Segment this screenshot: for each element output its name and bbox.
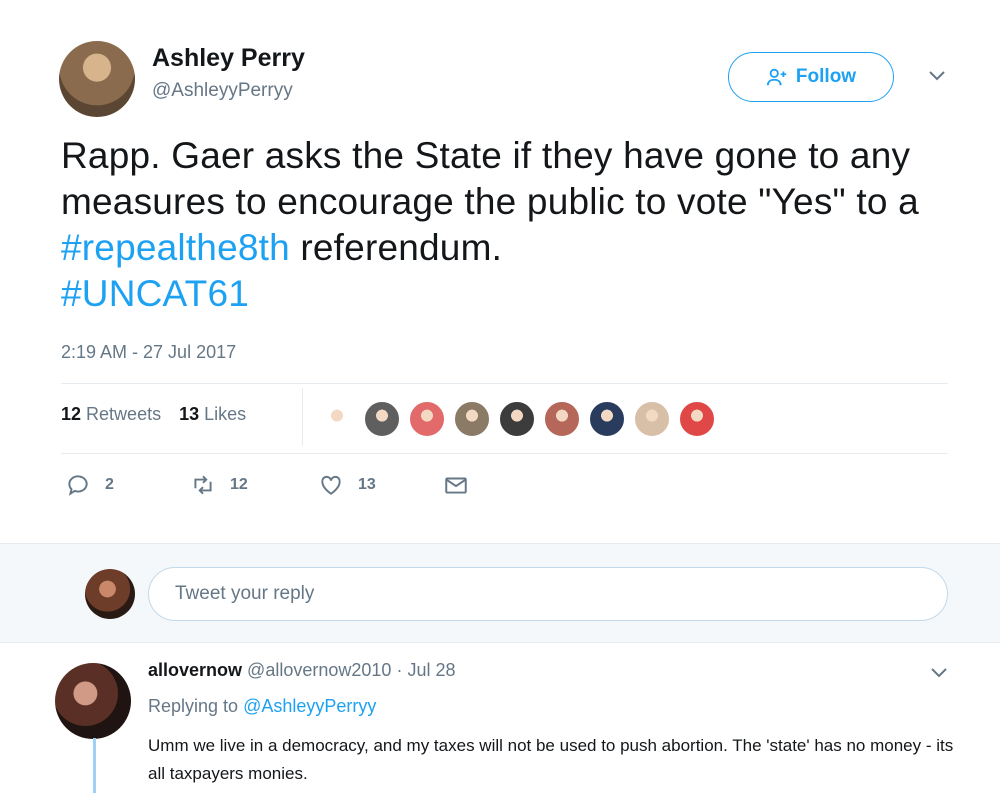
likes-count: 13 <box>179 404 200 424</box>
badge-avatar[interactable] <box>678 400 716 438</box>
chevron-down-icon[interactable] <box>930 667 948 679</box>
hashtag-link[interactable]: #repealthe8th <box>61 227 290 268</box>
reply-action[interactable]: 2 <box>65 472 190 498</box>
like-count: 13 <box>358 476 376 493</box>
reply-count: 2 <box>105 476 114 493</box>
author-avatar[interactable] <box>59 41 135 117</box>
tweet-text-part2: referendum. <box>289 227 503 268</box>
reply-placeholder: Tweet your reply <box>175 583 315 604</box>
retweets-label: Retweets <box>86 404 162 424</box>
divider <box>61 453 948 454</box>
author-handle[interactable]: @AshleyyPerryy <box>152 80 293 102</box>
divider <box>61 383 948 384</box>
reply-author-avatar[interactable] <box>55 663 131 739</box>
retweet-count: 12 <box>230 476 248 493</box>
follow-label: Follow <box>795 66 857 87</box>
envelope-icon <box>445 477 467 494</box>
retweets-count: 12 <box>61 404 82 424</box>
add-user-icon <box>766 68 787 86</box>
hashtag-link[interactable]: #UNCAT61 <box>61 273 249 314</box>
liker-avatars <box>318 400 716 438</box>
current-user-avatar <box>85 569 135 619</box>
divider <box>302 388 303 446</box>
reply-header: allovernow @allovernow2010 · Jul 28 <box>148 660 456 681</box>
tweet-timestamp[interactable]: 2:19 AM - 27 Jul 2017 <box>61 342 236 363</box>
direct-message-action[interactable] <box>443 472 469 498</box>
tweet-text: Rapp. Gaer asks the State if they have g… <box>61 133 961 317</box>
tweet-page: Ashley Perry @AshleyyPerryy Follow Rapp.… <box>0 0 1000 793</box>
author-name[interactable]: Ashley Perry <box>152 44 305 73</box>
reply-date[interactable]: Jul 28 <box>407 660 455 680</box>
tweet-actions: 2 12 13 <box>65 472 469 498</box>
reply-input[interactable]: Tweet your reply <box>148 567 948 621</box>
person-avatar[interactable] <box>498 400 536 438</box>
reply-author-name[interactable]: allovernow <box>148 660 242 680</box>
person-avatar[interactable] <box>363 400 401 438</box>
person-avatar[interactable] <box>453 400 491 438</box>
person-avatar[interactable] <box>543 400 581 438</box>
reply-icon <box>68 475 88 496</box>
thread-line <box>93 738 96 793</box>
retweet-action[interactable]: 12 <box>190 472 318 498</box>
likes-stat[interactable]: 13 Likes <box>179 404 246 425</box>
person-avatar[interactable] <box>588 400 626 438</box>
person-avatar[interactable] <box>633 400 671 438</box>
likes-label: Likes <box>204 404 247 424</box>
like-action[interactable]: 13 <box>318 472 443 498</box>
tweet-stats: 12 Retweets 13 Likes <box>61 404 246 425</box>
retweet-icon <box>194 475 212 495</box>
heart-icon <box>321 475 341 495</box>
reply-text: Umm we live in a democracy, and my taxes… <box>148 736 954 783</box>
reply-separator: · <box>396 660 403 680</box>
retweets-stat[interactable]: 12 Retweets <box>61 404 161 425</box>
badge-avatar[interactable] <box>408 400 446 438</box>
replying-to: Replying to @AshleyyPerryy <box>148 696 376 717</box>
replying-prefix: Replying to <box>148 696 239 716</box>
follow-button[interactable]: Follow <box>728 52 894 102</box>
replying-handle[interactable]: @AshleyyPerryy <box>243 696 376 716</box>
repeal-logo-avatar[interactable] <box>318 400 356 438</box>
tweet-text-part1: Rapp. Gaer asks the State if they have g… <box>61 135 919 222</box>
chevron-down-icon[interactable] <box>928 70 946 82</box>
reply-author-handle[interactable]: @allovernow2010 <box>247 660 391 680</box>
